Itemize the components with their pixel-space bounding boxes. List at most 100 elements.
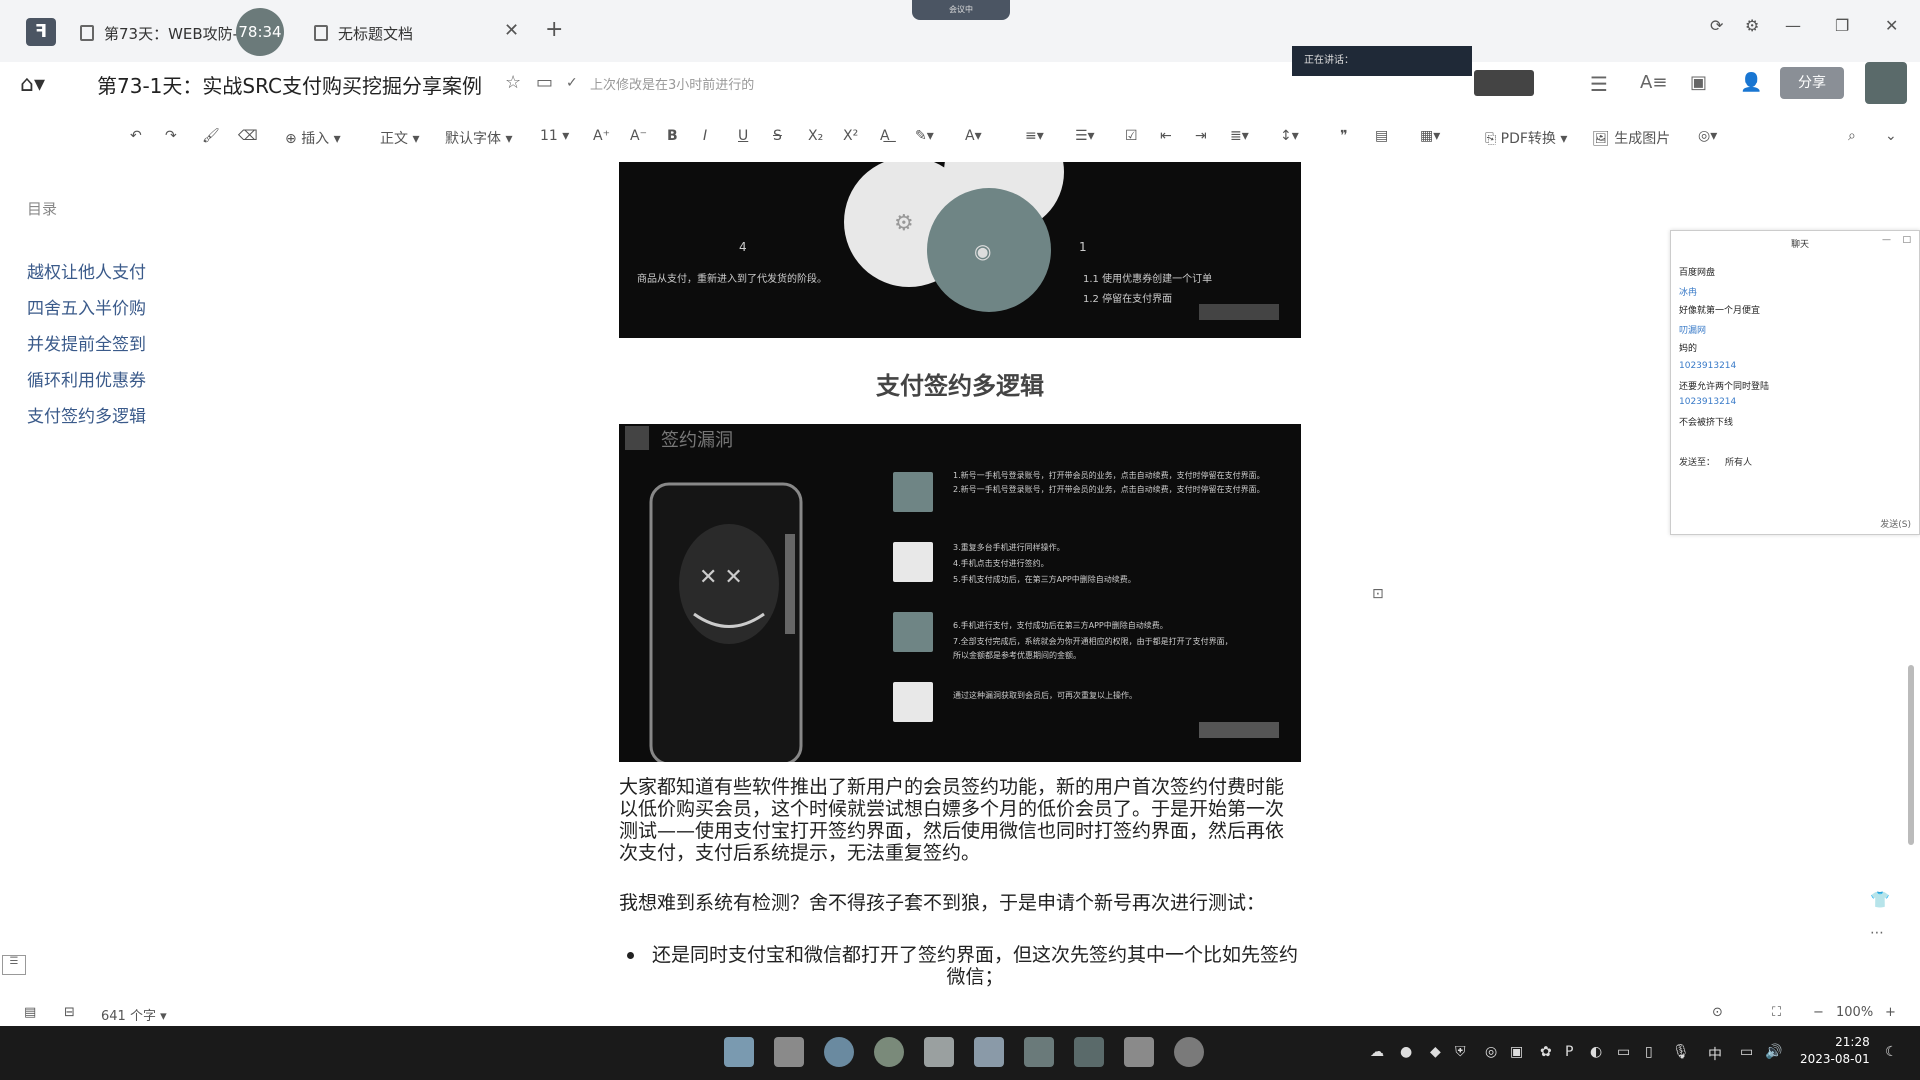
toc-item[interactable]: 四舍五入半价购 bbox=[27, 294, 146, 319]
settings-icon[interactable]: ⚙ bbox=[1745, 16, 1759, 35]
toc-item[interactable]: 支付签约多逻辑 bbox=[27, 402, 146, 427]
tool-app-icon[interactable] bbox=[1124, 1037, 1154, 1067]
decrease-font-icon[interactable]: A⁻ bbox=[630, 128, 647, 144]
word-count[interactable]: 641 个字 ▾ bbox=[101, 1005, 167, 1024]
system-clock[interactable]: 21:28 2023-08-01 bbox=[1800, 1034, 1870, 1068]
minimize-icon[interactable]: — bbox=[1785, 16, 1801, 35]
home-icon[interactable]: ⌂▾ bbox=[20, 72, 45, 97]
align-icon[interactable]: ≡▾ bbox=[1025, 128, 1044, 144]
notification-icon[interactable]: ☾ bbox=[1885, 1044, 1898, 1060]
tab-untitled-doc[interactable]: 无标题文档 bbox=[314, 16, 524, 50]
volume-icon[interactable]: 🔊 bbox=[1765, 1044, 1782, 1060]
meeting-app-icon[interactable] bbox=[1074, 1037, 1104, 1067]
list-item[interactable]: 还是同时支付宝和微信都打开了签约界面，但这次先签约其中一个比如先签约微信； bbox=[649, 944, 1301, 988]
more-icon[interactable]: ⋯ bbox=[1870, 925, 1884, 941]
strikethrough-icon[interactable]: S bbox=[773, 128, 782, 144]
spell-icon[interactable]: A͟ bbox=[880, 128, 890, 144]
monitor-icon[interactable]: ▭ bbox=[1617, 1044, 1630, 1060]
refresh-icon[interactable]: ⟳ bbox=[1710, 16, 1723, 35]
outdent-icon[interactable]: ⇤ bbox=[1160, 128, 1172, 144]
page-view-icon[interactable]: ⊟ bbox=[64, 1005, 75, 1020]
minimize-icon[interactable]: — bbox=[1882, 235, 1891, 245]
shield-icon[interactable]: ⛨ bbox=[1455, 1044, 1466, 1060]
subscript-icon[interactable]: X₂ bbox=[808, 128, 823, 144]
undo-icon[interactable]: ↶ bbox=[130, 128, 142, 144]
list-icon[interactable]: ☰▾ bbox=[1075, 128, 1095, 144]
avatar[interactable] bbox=[1865, 62, 1907, 104]
tray-icon[interactable]: ● bbox=[1400, 1044, 1412, 1060]
highlight-icon[interactable]: ✎▾ bbox=[915, 128, 934, 144]
superscript-icon[interactable]: X² bbox=[843, 128, 858, 144]
generate-image-button[interactable]: 🖼 生成图片 bbox=[1592, 128, 1670, 148]
close-tab-icon[interactable]: ✕ bbox=[504, 20, 519, 41]
redo-icon[interactable]: ↷ bbox=[165, 128, 177, 144]
recipient-select[interactable]: 所有人 bbox=[1725, 455, 1752, 468]
tray-icon[interactable]: ☁ bbox=[1370, 1044, 1384, 1060]
collaborate-icon[interactable]: 👤 bbox=[1740, 72, 1762, 93]
tray-icon[interactable]: ◎ bbox=[1485, 1044, 1497, 1060]
paragraph-style-select[interactable]: 正文 ▾ bbox=[380, 128, 419, 148]
more-tools-icon[interactable]: ◎▾ bbox=[1698, 128, 1717, 144]
vertical-scrollbar[interactable] bbox=[1908, 665, 1914, 845]
pdf-convert-button[interactable]: ⎘ PDF转换 ▾ bbox=[1485, 128, 1567, 148]
microphone-icon[interactable]: 🎙 bbox=[1672, 1044, 1690, 1060]
body-paragraph[interactable]: 我想难到系统有检测？舍不得孩子套不到狼，于是申请个新号再次进行测试： bbox=[619, 892, 1301, 914]
bold-icon[interactable]: B bbox=[667, 128, 678, 144]
maximize-icon[interactable]: ❐ bbox=[1835, 16, 1849, 35]
tray-icon[interactable]: ◐ bbox=[1590, 1044, 1602, 1060]
indent-icon[interactable]: ⇥ bbox=[1195, 128, 1207, 144]
increase-font-icon[interactable]: A⁺ bbox=[593, 128, 610, 144]
share-button[interactable]: 分享 bbox=[1780, 67, 1844, 99]
maximize-icon[interactable]: □ bbox=[1902, 235, 1911, 245]
chrome-icon[interactable] bbox=[874, 1037, 904, 1067]
send-button[interactable]: 发送(S) bbox=[1880, 517, 1911, 530]
document-body[interactable]: ⚙ ◉ 4 商品从支付，重新进入到了代发货的阶段。 1 1.1 使用优惠券创建一… bbox=[619, 162, 1301, 1002]
menu-icon[interactable]: ☰ bbox=[1590, 72, 1608, 96]
fullscreen-icon[interactable]: ⛶ bbox=[1772, 1005, 1781, 1020]
present-icon[interactable]: ▣ bbox=[1690, 72, 1707, 93]
text-align-icon[interactable]: ≣▾ bbox=[1230, 128, 1249, 144]
folder-icon[interactable]: ▭ bbox=[536, 72, 553, 93]
block-icon[interactable]: ▤ bbox=[1375, 128, 1388, 144]
toc-item[interactable]: 循环利用优惠券 bbox=[27, 366, 146, 391]
play-icon[interactable]: ⊙ bbox=[1712, 1005, 1723, 1020]
docs-app-icon[interactable] bbox=[924, 1037, 954, 1067]
collaborator-avatars[interactable] bbox=[1474, 70, 1534, 96]
clear-format-icon[interactable]: ⌫ bbox=[238, 128, 258, 144]
ime-indicator[interactable]: 中 bbox=[1708, 1044, 1722, 1064]
checklist-icon[interactable]: ☑ bbox=[1125, 128, 1138, 144]
underline-icon[interactable]: U bbox=[738, 128, 748, 144]
photos-icon[interactable] bbox=[974, 1037, 1004, 1067]
tray-icon[interactable]: P bbox=[1565, 1044, 1573, 1060]
file-explorer-icon[interactable] bbox=[774, 1037, 804, 1067]
battery-icon[interactable]: ▯ bbox=[1645, 1044, 1653, 1060]
tray-icon[interactable]: ▣ bbox=[1510, 1044, 1523, 1060]
add-comment-icon[interactable]: ⊡ bbox=[1372, 586, 1384, 602]
new-tab-icon[interactable]: + bbox=[545, 17, 563, 42]
quote-icon[interactable]: ❞ bbox=[1340, 128, 1348, 144]
document-title[interactable]: 第73-1天：实战SRC支付购买挖掘分享案例 bbox=[97, 70, 482, 99]
text-format-icon[interactable]: A≡ bbox=[1640, 72, 1667, 93]
zoom-out-icon[interactable]: − bbox=[1813, 1005, 1824, 1020]
line-spacing-icon[interactable]: ↕▾ bbox=[1280, 128, 1299, 144]
terminal-icon[interactable] bbox=[1024, 1037, 1054, 1067]
body-paragraph[interactable]: 大家都知道有些软件推出了新用户的会员签约功能，新的用户首次签约付费时能以低价购买… bbox=[619, 776, 1301, 864]
tab-lesson-73[interactable]: 第73天：WEB攻防-支 bbox=[80, 16, 260, 50]
sidebar-toggle-icon[interactable]: ☰ bbox=[2, 955, 26, 975]
chevron-down-icon[interactable]: ⌄ bbox=[1885, 128, 1897, 144]
tray-icon[interactable]: ✿ bbox=[1540, 1044, 1552, 1060]
settings-app-icon[interactable] bbox=[1174, 1037, 1204, 1067]
zoom-in-icon[interactable]: + bbox=[1885, 1005, 1896, 1020]
font-color-icon[interactable]: A▾ bbox=[965, 128, 982, 144]
shirt-icon[interactable]: 👕 bbox=[1870, 890, 1890, 909]
close-window-icon[interactable]: ✕ bbox=[1885, 16, 1898, 35]
app-logo-icon[interactable]: ꟻ bbox=[26, 18, 56, 46]
zoom-level[interactable]: 100% bbox=[1836, 1005, 1873, 1020]
insert-menu[interactable]: ⊕ 插入 ▾ bbox=[285, 128, 341, 148]
toc-item[interactable]: 越权让他人支付 bbox=[27, 258, 146, 283]
network-icon[interactable]: ▭ bbox=[1740, 1044, 1753, 1060]
insert-table-icon[interactable]: ▦▾ bbox=[1420, 128, 1440, 144]
toc-item[interactable]: 并发提前全签到 bbox=[27, 330, 146, 355]
meeting-indicator[interactable]: 会议中 bbox=[912, 0, 1010, 20]
star-icon[interactable]: ☆ bbox=[505, 72, 521, 93]
